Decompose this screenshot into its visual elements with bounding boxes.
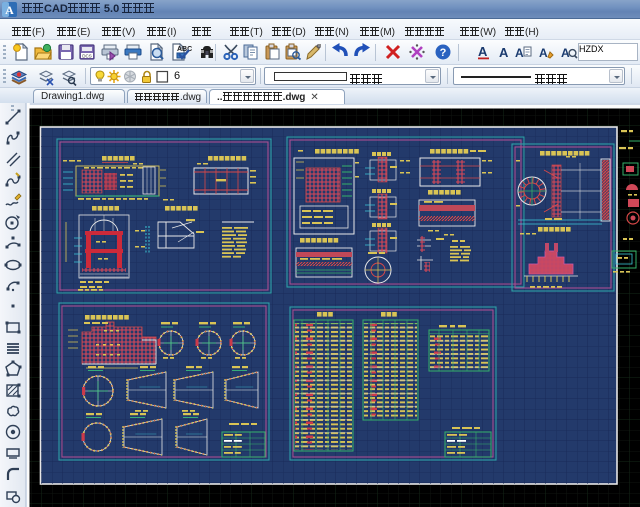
svg-text:A: A: [478, 44, 488, 59]
svg-text:DCS: DCS: [82, 54, 92, 59]
svg-text:A: A: [499, 45, 509, 60]
svg-text:ABC: ABC: [177, 46, 192, 53]
svg-text:?: ?: [440, 47, 447, 59]
svg-text:A: A: [539, 46, 548, 60]
svg-text:A: A: [515, 46, 524, 60]
svg-text:A: A: [5, 3, 14, 17]
